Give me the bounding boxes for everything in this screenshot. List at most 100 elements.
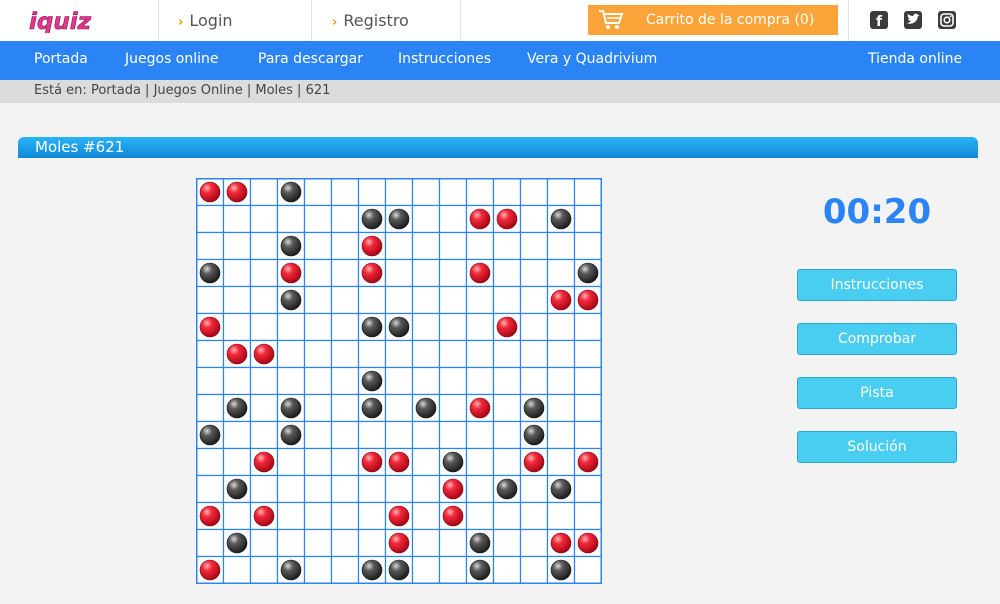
board-cell[interactable]	[196, 231, 225, 261]
board-cell[interactable]	[303, 447, 333, 477]
board-cell[interactable]	[465, 178, 495, 207]
board-cell[interactable]	[411, 366, 441, 396]
board-cell[interactable]	[465, 285, 495, 315]
game-board[interactable]	[196, 178, 602, 584]
twitter-icon[interactable]	[904, 11, 922, 29]
board-cell[interactable]	[519, 285, 549, 315]
board-cell[interactable]	[546, 339, 576, 369]
login-link[interactable]: › Login	[178, 11, 233, 30]
board-cell[interactable]	[303, 285, 333, 315]
board-cell[interactable]	[330, 285, 360, 315]
board-cell[interactable]	[438, 178, 468, 207]
board-cell[interactable]	[330, 204, 360, 234]
board-cell[interactable]	[384, 393, 414, 423]
board-cell[interactable]	[546, 258, 576, 288]
board-cell[interactable]	[411, 555, 441, 584]
board-cell[interactable]	[492, 339, 522, 369]
board-cell[interactable]	[196, 528, 225, 558]
board-cell[interactable]	[546, 312, 576, 342]
breadcrumb-juegos-online[interactable]: Juegos Online	[154, 83, 243, 98]
board-cell[interactable]	[276, 339, 306, 369]
hint-button[interactable]: Pista	[797, 377, 957, 409]
board-cell[interactable]	[249, 393, 279, 423]
board-cell[interactable]	[357, 339, 387, 369]
board-cell[interactable]	[465, 501, 495, 531]
board-cell[interactable]	[465, 420, 495, 450]
nav-item-instrucciones[interactable]: Instrucciones	[398, 51, 491, 67]
nav-item-tienda-online[interactable]: Tienda online	[868, 51, 962, 67]
board-cell[interactable]	[411, 501, 441, 531]
board-cell[interactable]	[411, 312, 441, 342]
board-cell[interactable]	[519, 501, 549, 531]
board-cell[interactable]	[438, 528, 468, 558]
board-cell[interactable]	[222, 366, 252, 396]
board-cell[interactable]	[411, 420, 441, 450]
board-cell[interactable]	[276, 366, 306, 396]
board-cell[interactable]	[303, 501, 333, 531]
board-cell[interactable]	[519, 178, 549, 207]
board-cell[interactable]	[357, 285, 387, 315]
board-cell[interactable]	[519, 204, 549, 234]
board-cell[interactable]	[276, 312, 306, 342]
board-cell[interactable]	[222, 312, 252, 342]
board-cell[interactable]	[196, 447, 225, 477]
board-cell[interactable]	[303, 258, 333, 288]
board-cell[interactable]	[330, 258, 360, 288]
board-cell[interactable]	[384, 366, 414, 396]
board-cell[interactable]	[438, 258, 468, 288]
nav-item-portada[interactable]: Portada	[34, 51, 88, 67]
board-cell[interactable]	[249, 312, 279, 342]
board-cell[interactable]	[438, 393, 468, 423]
cart-button[interactable]: Carrito de la compra (0)	[588, 5, 838, 35]
board-cell[interactable]	[357, 420, 387, 450]
board-cell[interactable]	[303, 231, 333, 261]
board-cell[interactable]	[384, 285, 414, 315]
board-cell[interactable]	[519, 339, 549, 369]
board-cell[interactable]	[492, 366, 522, 396]
board-cell[interactable]	[222, 501, 252, 531]
board-cell[interactable]	[303, 555, 333, 584]
board-cell[interactable]	[276, 528, 306, 558]
board-cell[interactable]	[573, 204, 602, 234]
board-cell[interactable]	[438, 420, 468, 450]
nav-item-para-descargar[interactable]: Para descargar	[258, 51, 363, 67]
board-cell[interactable]	[303, 528, 333, 558]
board-cell[interactable]	[196, 339, 225, 369]
board-cell[interactable]	[519, 366, 549, 396]
instagram-icon[interactable]	[938, 11, 956, 29]
board-cell[interactable]	[573, 178, 602, 207]
board-cell[interactable]	[573, 312, 602, 342]
board-cell[interactable]	[438, 285, 468, 315]
board-cell[interactable]	[546, 447, 576, 477]
board-cell[interactable]	[573, 393, 602, 423]
board-cell[interactable]	[249, 528, 279, 558]
board-cell[interactable]	[276, 204, 306, 234]
board-cell[interactable]	[330, 231, 360, 261]
board-cell[interactable]	[438, 204, 468, 234]
board-cell[interactable]	[411, 231, 441, 261]
board-cell[interactable]	[492, 285, 522, 315]
nav-item-vera-quadrivium[interactable]: Vera y Quadrivium	[527, 51, 657, 67]
board-cell[interactable]	[222, 420, 252, 450]
board-cell[interactable]	[249, 178, 279, 207]
board-cell[interactable]	[330, 501, 360, 531]
board-cell[interactable]	[573, 231, 602, 261]
board-cell[interactable]	[384, 474, 414, 504]
board-cell[interactable]	[303, 420, 333, 450]
board-cell[interactable]	[411, 285, 441, 315]
board-cell[interactable]	[411, 178, 441, 207]
instructions-button[interactable]: Instrucciones	[797, 269, 957, 301]
board-cell[interactable]	[330, 393, 360, 423]
board-cell[interactable]	[330, 366, 360, 396]
board-cell[interactable]	[303, 366, 333, 396]
board-cell[interactable]	[249, 366, 279, 396]
board-cell[interactable]	[222, 231, 252, 261]
board-cell[interactable]	[438, 231, 468, 261]
board-cell[interactable]	[249, 474, 279, 504]
board-cell[interactable]	[519, 528, 549, 558]
board-cell[interactable]	[492, 420, 522, 450]
board-cell[interactable]	[303, 393, 333, 423]
board-cell[interactable]	[573, 339, 602, 369]
board-cell[interactable]	[492, 501, 522, 531]
board-cell[interactable]	[276, 501, 306, 531]
